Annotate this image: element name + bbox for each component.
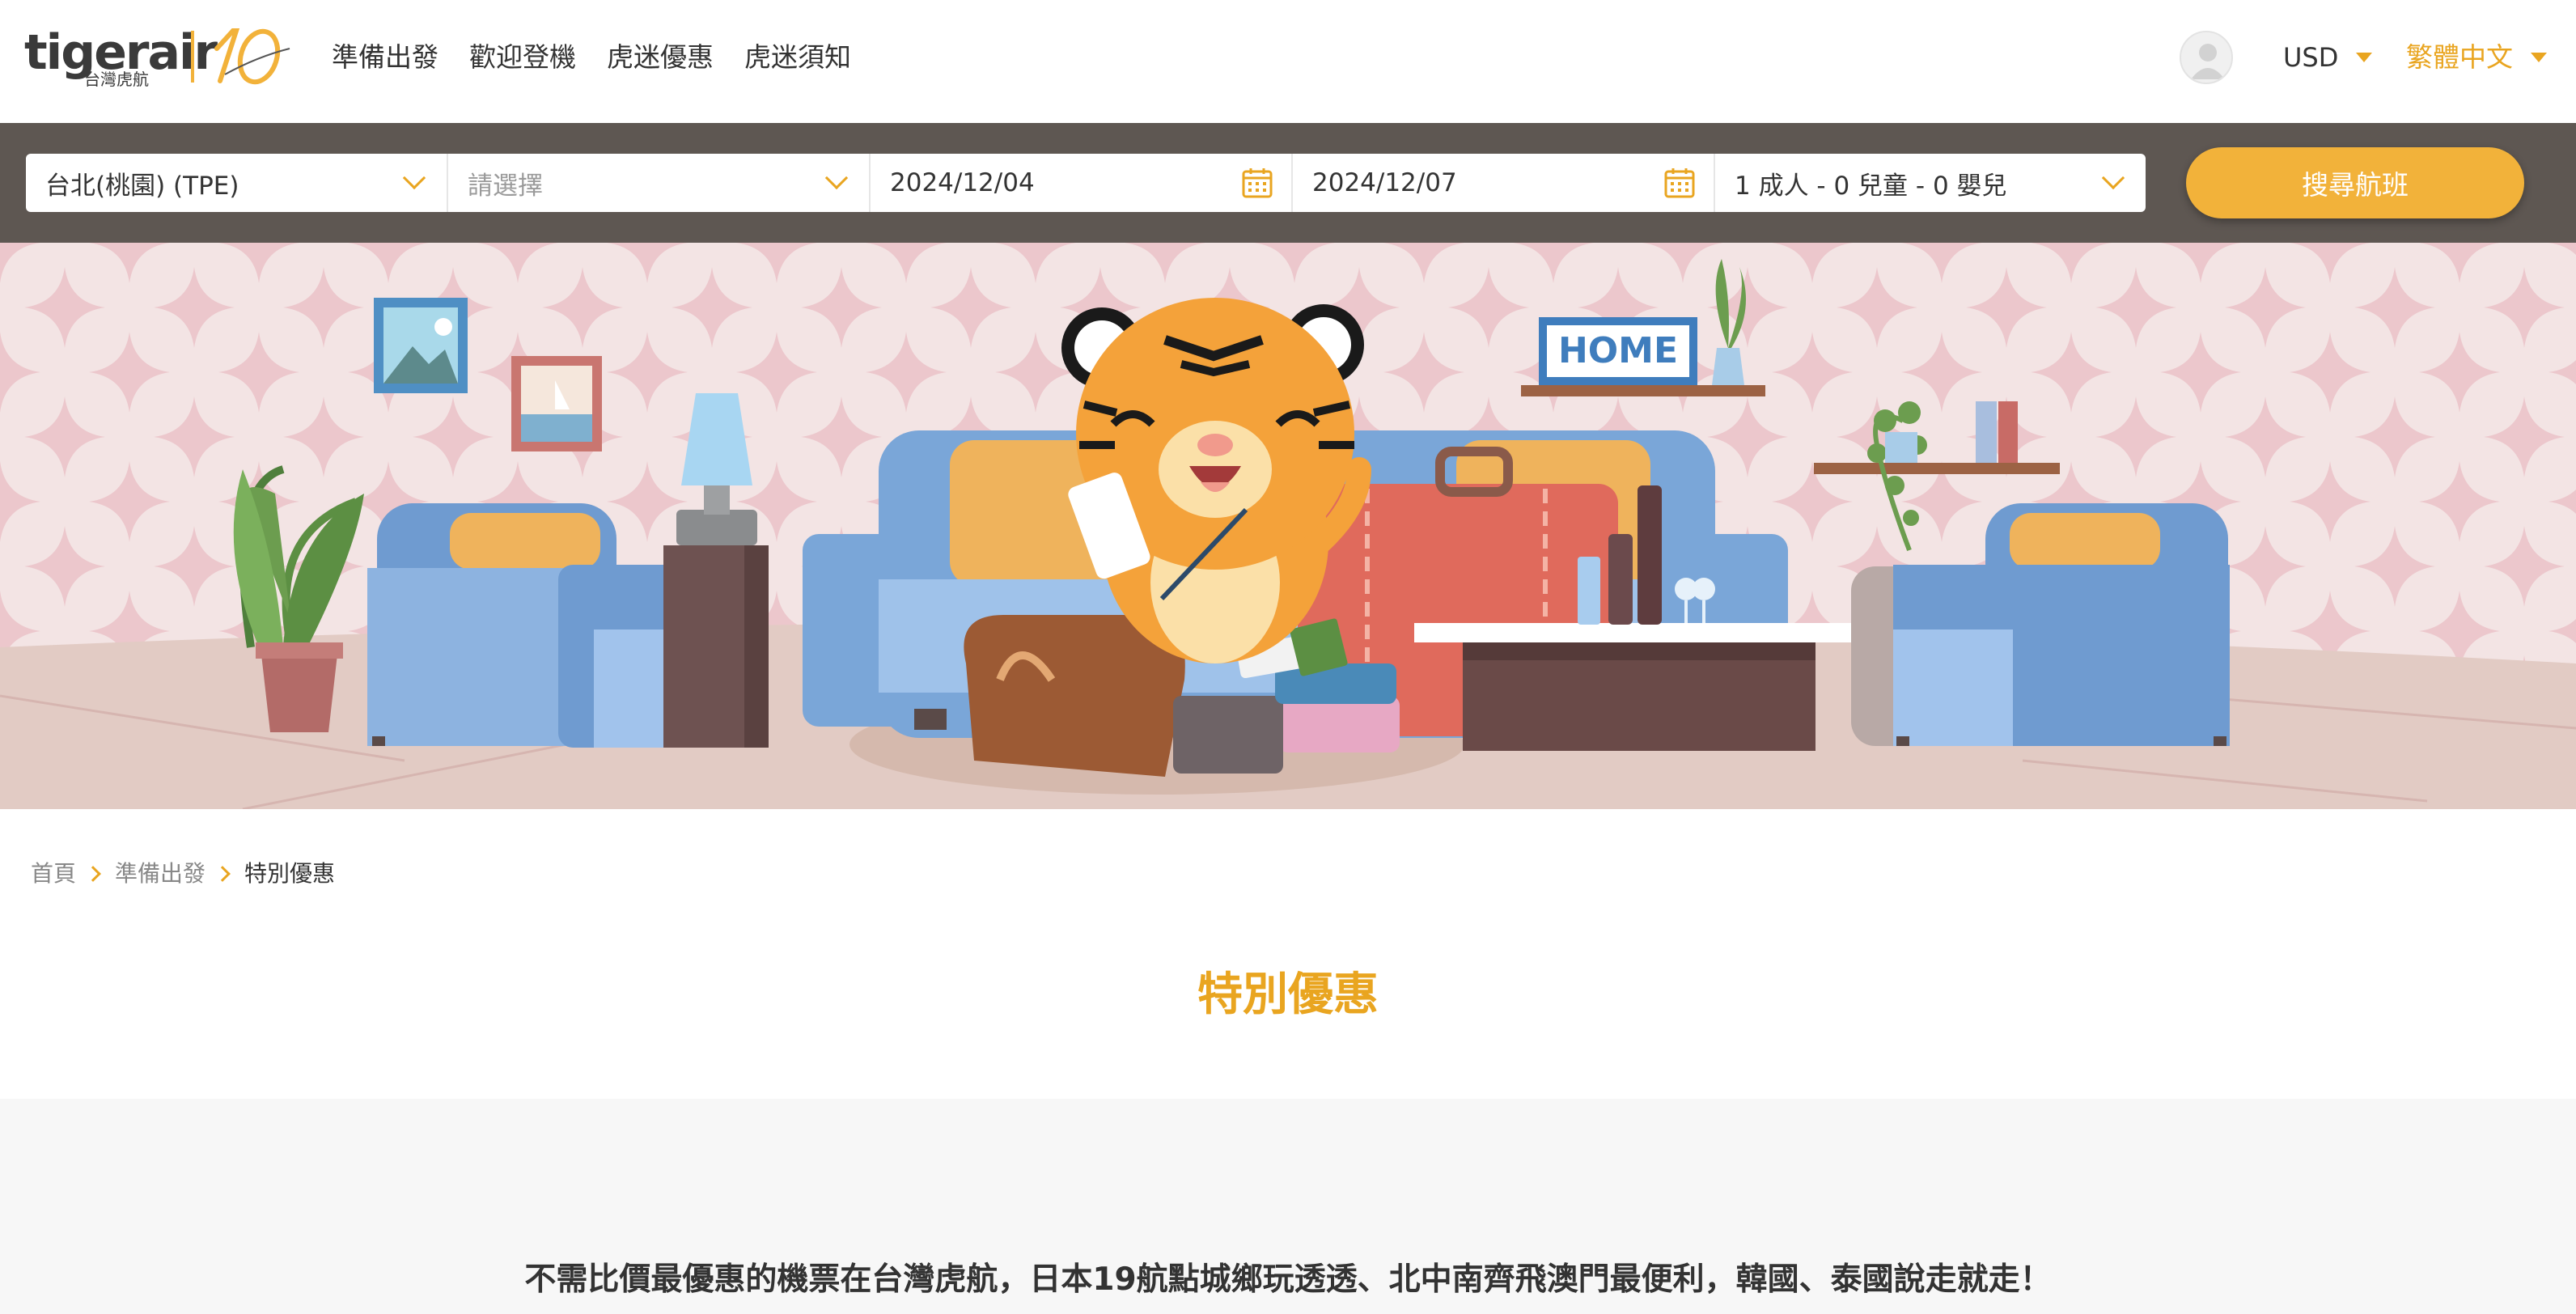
currency-caret-icon: [2356, 53, 2373, 62]
home-sign-text: HOME: [1558, 330, 1678, 371]
main-nav: 準備出發 歡迎登機 虎迷優惠 虎迷須知: [332, 37, 851, 78]
calendar-icon[interactable]: [1241, 167, 1273, 199]
site-header: tigerair 台灣虎航 準備出發 歡迎登機 虎迷優惠 虎迷須知 USD 繁體…: [0, 0, 2576, 123]
chevron-right-icon: [214, 866, 231, 882]
depart-date-value: 2024/12/04: [890, 168, 1035, 197]
hero-banner: HOME: [0, 243, 2576, 809]
intro-text: 不需比價最優惠的機票在台灣虎航，日本19航點城鄉玩透透、北中南齊飛澳門最便利，韓…: [524, 1261, 2052, 1298]
passengers-select[interactable]: 1 成人 - 0 兒童 - 0 嬰兒: [1715, 154, 2146, 212]
breadcrumb-current: 特別優惠: [244, 860, 336, 887]
breadcrumb-home[interactable]: 首頁: [31, 856, 76, 892]
language-selector[interactable]: 繁體中文: [2406, 37, 2547, 78]
nav-item-notices[interactable]: 虎迷須知: [744, 37, 851, 78]
chevron-down-icon: [824, 166, 849, 190]
passengers-value: 1 成人 - 0 兒童 - 0 嬰兒: [1735, 171, 2007, 201]
language-caret-icon: [2531, 53, 2547, 62]
chevron-down-icon: [2101, 166, 2125, 190]
nav-item-promotions[interactable]: 虎迷優惠: [607, 37, 714, 78]
logo-divider: [191, 31, 194, 83]
origin-value: 台北(桃園) (TPE): [45, 171, 239, 201]
chevron-down-icon: [402, 166, 426, 190]
language-value: 繁體中文: [2406, 41, 2513, 73]
currency-selector[interactable]: USD: [2283, 37, 2373, 78]
currency-value: USD: [2283, 42, 2339, 73]
return-date-value: 2024/12/07: [1312, 168, 1457, 197]
calendar-icon[interactable]: [1663, 167, 1696, 199]
search-flights-button[interactable]: 搜尋航班: [2186, 147, 2524, 218]
breadcrumb: 首頁 準備出發 特別優惠: [31, 856, 335, 892]
search-form: 台北(桃園) (TPE) 請選擇 2024/12/04 2024/12/07 1…: [26, 154, 2146, 212]
tigerair-logo[interactable]: tigerair 台灣虎航: [24, 24, 291, 92]
destination-placeholder: 請選擇: [468, 171, 543, 201]
living-room-illustration: HOME: [0, 243, 2576, 809]
nav-item-boarding[interactable]: 歡迎登機: [469, 37, 576, 78]
return-date-field[interactable]: 2024/12/07: [1293, 154, 1715, 212]
breadcrumb-parent[interactable]: 準備出發: [115, 856, 205, 892]
page-title: 特別優惠: [1197, 969, 1379, 1021]
depart-date-field[interactable]: 2024/12/04: [871, 154, 1293, 212]
user-avatar-icon[interactable]: [2180, 31, 2233, 84]
origin-select[interactable]: 台北(桃園) (TPE): [26, 154, 448, 212]
anniversary-10-icon: [214, 28, 290, 85]
nav-item-prepare[interactable]: 準備出發: [332, 37, 439, 78]
flight-search-bar: 台北(桃園) (TPE) 請選擇 2024/12/04 2024/12/07 1…: [0, 123, 2576, 243]
logo-subtitle: 台灣虎航: [84, 70, 149, 89]
chevron-right-icon: [85, 866, 101, 882]
destination-select[interactable]: 請選擇: [448, 154, 871, 212]
